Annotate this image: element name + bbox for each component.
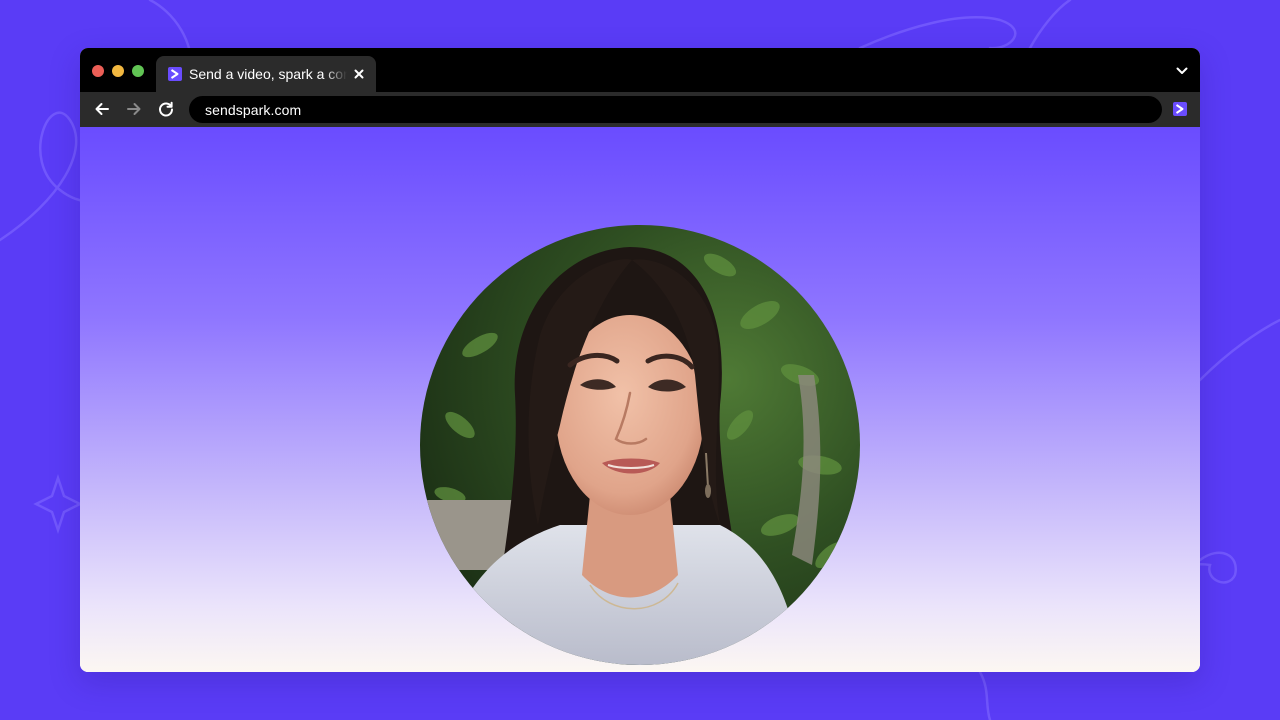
chevron-down-icon[interactable] bbox=[1176, 67, 1188, 75]
window-minimize-button[interactable] bbox=[112, 65, 124, 77]
browser-toolbar: sendspark.com bbox=[80, 92, 1200, 127]
close-icon[interactable] bbox=[352, 67, 366, 81]
arrow-left-icon[interactable] bbox=[93, 100, 111, 118]
tab-title: Send a video, spark a conversation bbox=[189, 66, 347, 82]
sendspark-extension-icon[interactable] bbox=[1173, 102, 1187, 116]
reload-icon[interactable] bbox=[157, 100, 175, 118]
address-bar[interactable]: sendspark.com bbox=[189, 96, 1162, 123]
sendspark-logo-icon bbox=[168, 67, 182, 81]
browser-window: Send a video, spark a conversation sends… bbox=[80, 48, 1200, 672]
tab-active[interactable]: Send a video, spark a conversation bbox=[156, 56, 376, 92]
page-content bbox=[80, 127, 1200, 672]
arrow-right-icon[interactable] bbox=[125, 100, 143, 118]
url-text: sendspark.com bbox=[205, 102, 302, 118]
tab-strip: Send a video, spark a conversation bbox=[80, 48, 1200, 92]
video-bubble[interactable] bbox=[420, 225, 860, 665]
video-frame bbox=[420, 225, 860, 665]
window-close-button[interactable] bbox=[92, 65, 104, 77]
window-maximize-button[interactable] bbox=[132, 65, 144, 77]
